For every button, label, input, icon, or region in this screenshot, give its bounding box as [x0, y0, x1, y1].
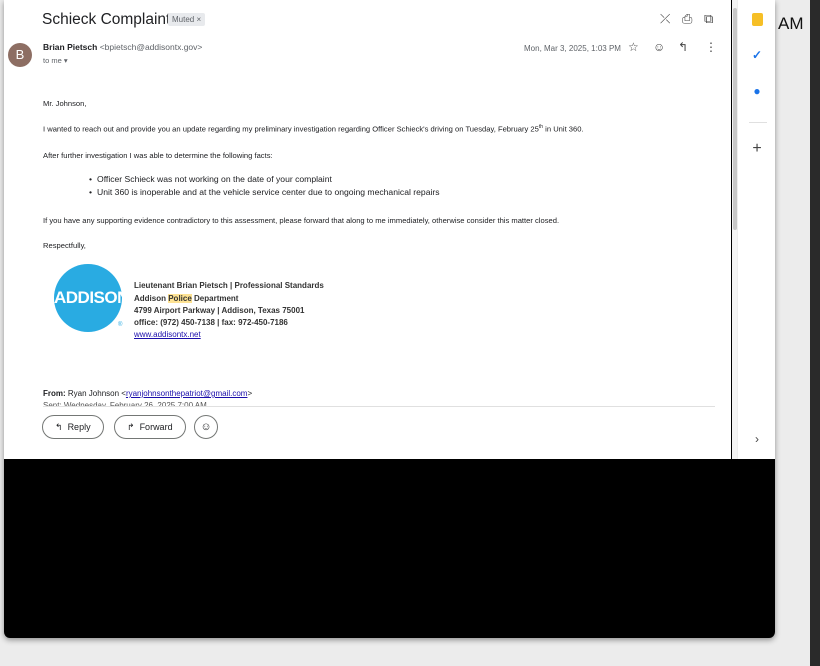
tasks-icon[interactable]: ✓	[750, 48, 764, 62]
email-paragraph-3: If you have any supporting evidence cont…	[43, 216, 560, 225]
print-icon[interactable]: ⎙	[682, 11, 692, 27]
contacts-icon[interactable]: ●	[750, 84, 764, 98]
desktop-edge	[810, 0, 820, 666]
paragraph-1-end: in Unit 360.	[543, 124, 584, 134]
muted-label[interactable]: Muted ×	[168, 13, 206, 26]
signature-title: Lieutenant Brian Pietsch | Professional …	[134, 281, 324, 290]
email-greeting: Mr. Johnson,	[43, 99, 87, 108]
list-item: Officer Schieck was not working on the d…	[89, 174, 440, 184]
signature-website-link[interactable]: www.addisontx.net	[134, 330, 201, 339]
sender-email: <bpietsch@addisontx.gov>	[99, 42, 203, 52]
list-item: Unit 360 is inoperable and at the vehicl…	[89, 187, 440, 197]
addison-logo: ADDISON	[54, 264, 129, 332]
signature-department: Addison Police Department	[134, 294, 238, 303]
from-name: Ryan Johnson <	[65, 389, 126, 398]
side-panel	[737, 0, 775, 459]
forward-button[interactable]: ↱ Forward	[114, 415, 186, 439]
keep-icon[interactable]	[750, 13, 764, 29]
email-subject: Schieck Complaint	[42, 11, 171, 28]
signature-address: 4799 Airport Parkway | Addison, Texas 75…	[134, 306, 305, 315]
sender-name-text: Brian Pietsch	[43, 42, 98, 52]
emoji-button[interactable]: ☺	[194, 415, 218, 439]
reply-label: Reply	[67, 422, 91, 432]
emoji-react-icon[interactable]: ☺	[653, 40, 665, 54]
department-suffix: Department	[191, 294, 239, 303]
add-addon-icon[interactable]: +	[750, 140, 764, 158]
department-prefix: Addison	[134, 294, 169, 303]
background-clock-fragment: AM	[778, 14, 804, 33]
emoji-icon: ☺	[200, 421, 212, 433]
side-panel-divider	[749, 122, 767, 123]
star-icon[interactable]: ☆	[628, 40, 639, 54]
signature-website-row: www.addisontx.net	[134, 330, 201, 339]
reply-button[interactable]: ↰ Reply	[42, 415, 104, 439]
actions-divider	[43, 406, 715, 407]
forward-label: Forward	[139, 422, 173, 432]
reply-arrow-icon: ↰	[55, 422, 63, 432]
gmail-window: Schieck Complaint Muted × ⤫ ⎙ ⧉ B Brian …	[4, 0, 775, 638]
email-paragraph-2: After further investigation I was able t…	[43, 151, 273, 160]
from-close: >	[247, 389, 253, 398]
forward-arrow-icon: ↱	[127, 422, 135, 432]
recipient-toggle[interactable]: to me ▾	[43, 56, 68, 65]
collapse-icon[interactable]: ⤫	[660, 11, 670, 27]
email-view: Schieck Complaint Muted × ⤫ ⎙ ⧉ B Brian …	[4, 0, 731, 459]
email-paragraph-1: I wanted to reach out and provide you an…	[43, 124, 584, 134]
email-date: Mon, Mar 3, 2025, 1:03 PM	[524, 44, 621, 53]
facts-list: Officer Schieck was not working on the d…	[89, 174, 440, 200]
signature-phone: office: (972) 450-7138 | fax: 972-450-71…	[134, 318, 288, 327]
more-options-icon[interactable]: ⋮	[705, 40, 717, 54]
open-new-window-icon[interactable]: ⧉	[704, 11, 713, 27]
search-highlight: Police	[168, 294, 192, 303]
sender-name[interactable]: Brian Pietsch <bpietsch@addisontx.gov>	[43, 42, 202, 52]
from-label: From:	[43, 389, 66, 398]
chevron-right-icon[interactable]: ›	[750, 432, 764, 446]
forwarded-from: From: Ryan Johnson <ryanjohnsonthepatrio…	[43, 389, 252, 398]
email-closing: Respectfully,	[43, 241, 86, 250]
from-email-link[interactable]: ryanjohnsonthepatriot@gmail.com	[126, 389, 248, 398]
paragraph-1-text: I wanted to reach out and provide you an…	[43, 124, 539, 134]
sender-avatar[interactable]: B	[8, 43, 32, 67]
logo-registered-mark: ®	[118, 322, 123, 328]
reply-icon[interactable]: ↰	[678, 40, 688, 54]
